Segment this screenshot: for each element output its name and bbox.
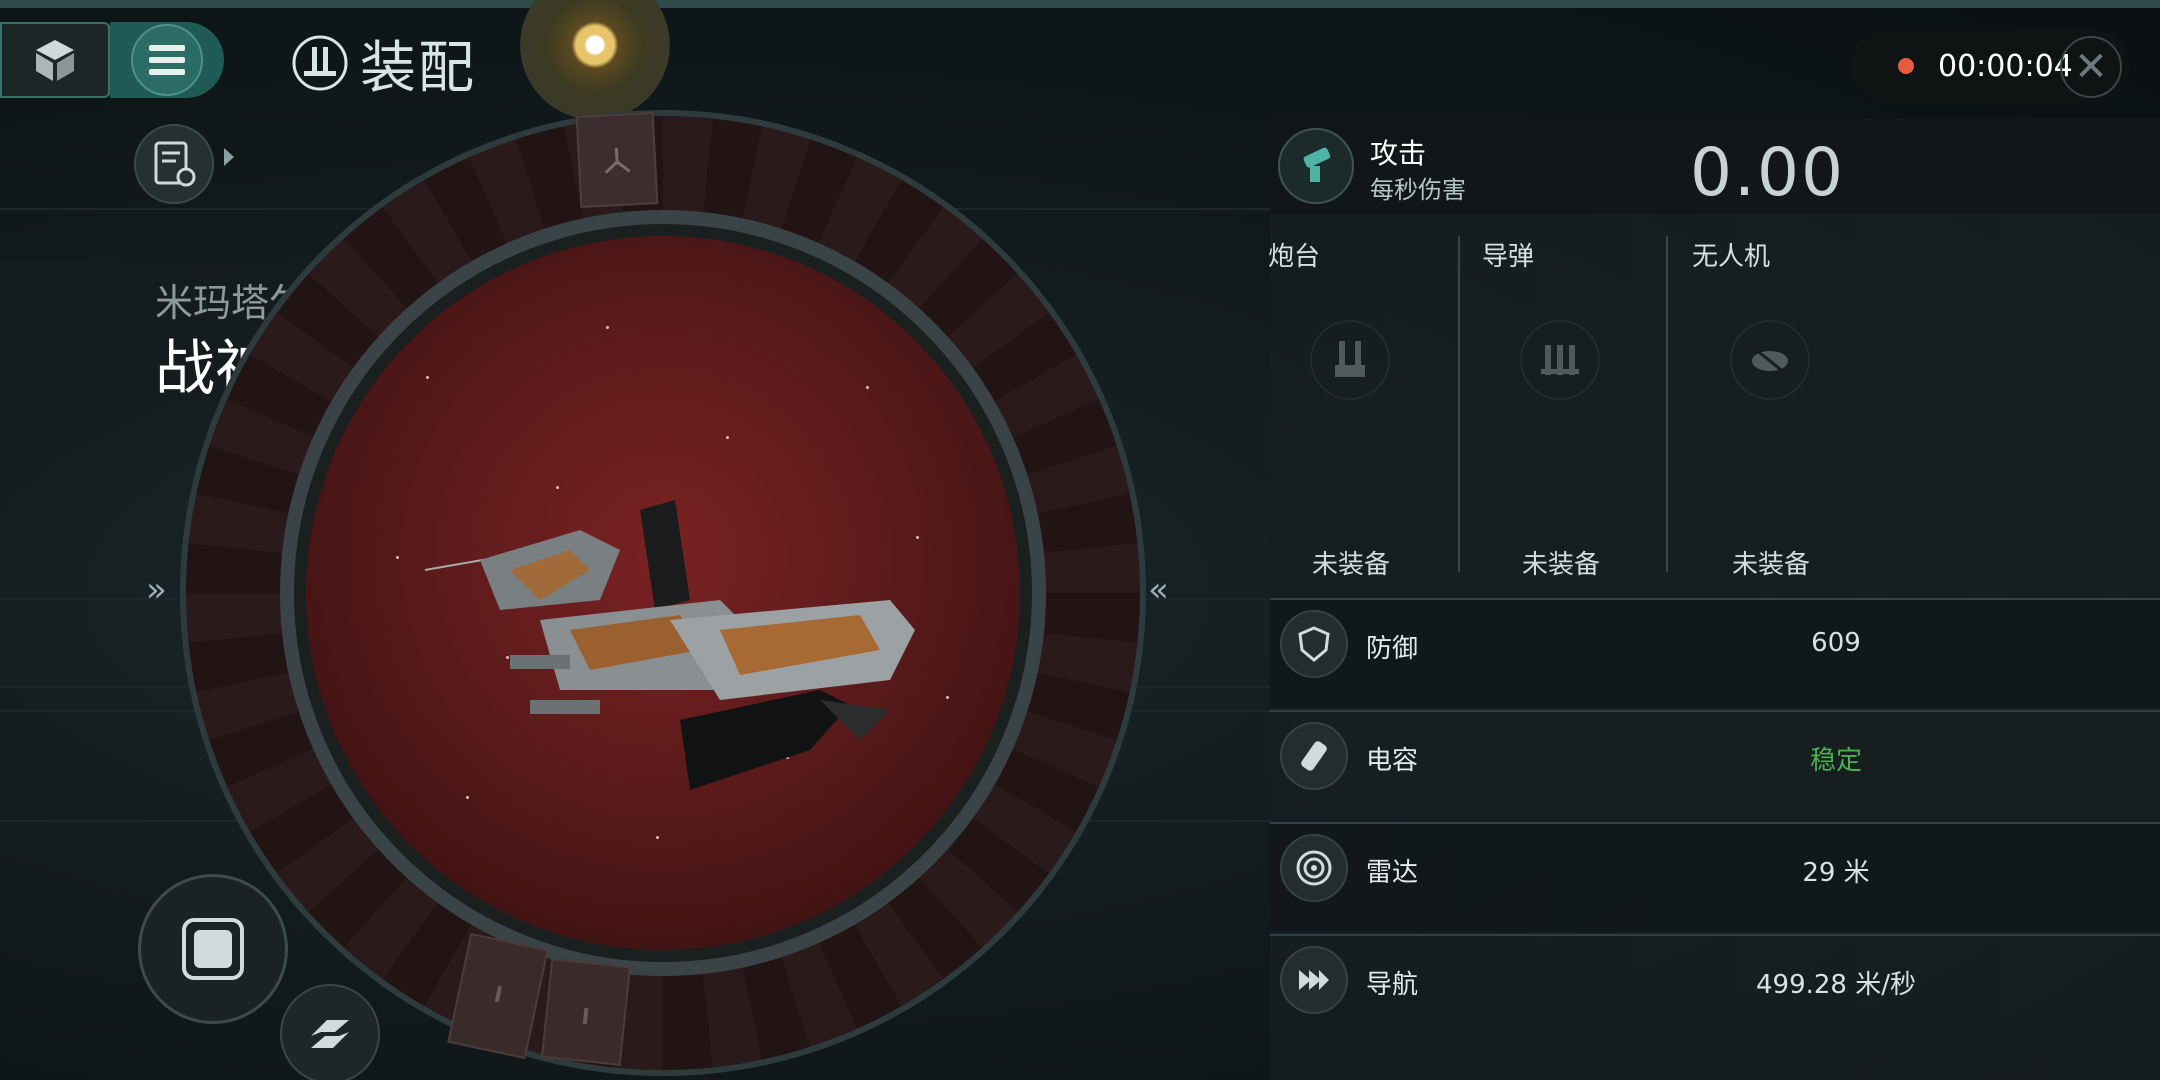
stat-value-navigation: 499.28 米/秒 [1756,970,1916,1000]
swap-fitting-button[interactable] [280,984,380,1080]
attack-icon [1278,128,1354,204]
fitting-notes-button[interactable] [134,124,214,204]
attack-subtitle: 每秒伤害 [1370,176,1466,204]
navigation-icon [1280,946,1348,1014]
missile-status: 未装备 [1522,550,1601,580]
low-slot[interactable] [540,958,632,1066]
page-title: 装配 [290,28,476,101]
turret-icon[interactable] [1310,320,1390,400]
menu-button[interactable] [110,22,224,98]
stat-label-defense: 防御 [1366,634,1419,664]
high-slot[interactable] [575,112,659,208]
turret-status: 未装备 [1312,550,1391,580]
recording-time: 00:00:04 [1938,48,2073,84]
prev-ship-arrow-icon[interactable]: » [146,570,167,610]
divider [1666,236,1668,572]
stat-value-capacitor: 稳定 [1809,746,1862,776]
close-icon[interactable]: ✕ [2060,36,2122,98]
notes-gear-icon [154,141,196,187]
stat-value-radar: 29 米 [1802,858,1870,888]
turret-slot-icon [604,147,631,174]
expand-arrow-icon[interactable] [224,148,234,166]
swap-icon [311,1020,349,1048]
ship-control-button[interactable] [138,874,288,1024]
ship-model [424,500,915,790]
divider [1458,236,1460,572]
capacitor-icon [1280,722,1348,790]
stat-value-defense: 609 [1811,628,1861,658]
top-accent-line [0,0,2160,8]
page-title-text: 装配 [360,35,476,101]
cube-icon [36,40,74,81]
ship-hangar-button[interactable] [0,22,110,98]
attack-title: 攻击 [1370,137,1427,170]
record-dot-icon [1898,58,1914,74]
next-ship-arrow-icon[interactable]: « [1148,570,1169,610]
turret-label: 炮台 [1268,242,1321,272]
shield-icon [1280,610,1348,678]
radar-icon [1280,834,1348,902]
missile-label: 导弹 [1482,242,1535,272]
stat-label-navigation: 导航 [1366,970,1419,1000]
fitting-icon [292,35,348,91]
drone-status: 未装备 [1732,550,1811,580]
menu-icon [149,45,185,75]
drone-icon[interactable] [1730,320,1810,400]
stat-label-radar: 雷达 [1366,858,1419,888]
chip-icon [182,918,244,980]
dps-value: 0.00 [1690,134,1845,211]
missile-icon[interactable] [1520,320,1600,400]
drone-label: 无人机 [1692,242,1771,272]
stat-label-capacitor: 电容 [1366,746,1419,776]
